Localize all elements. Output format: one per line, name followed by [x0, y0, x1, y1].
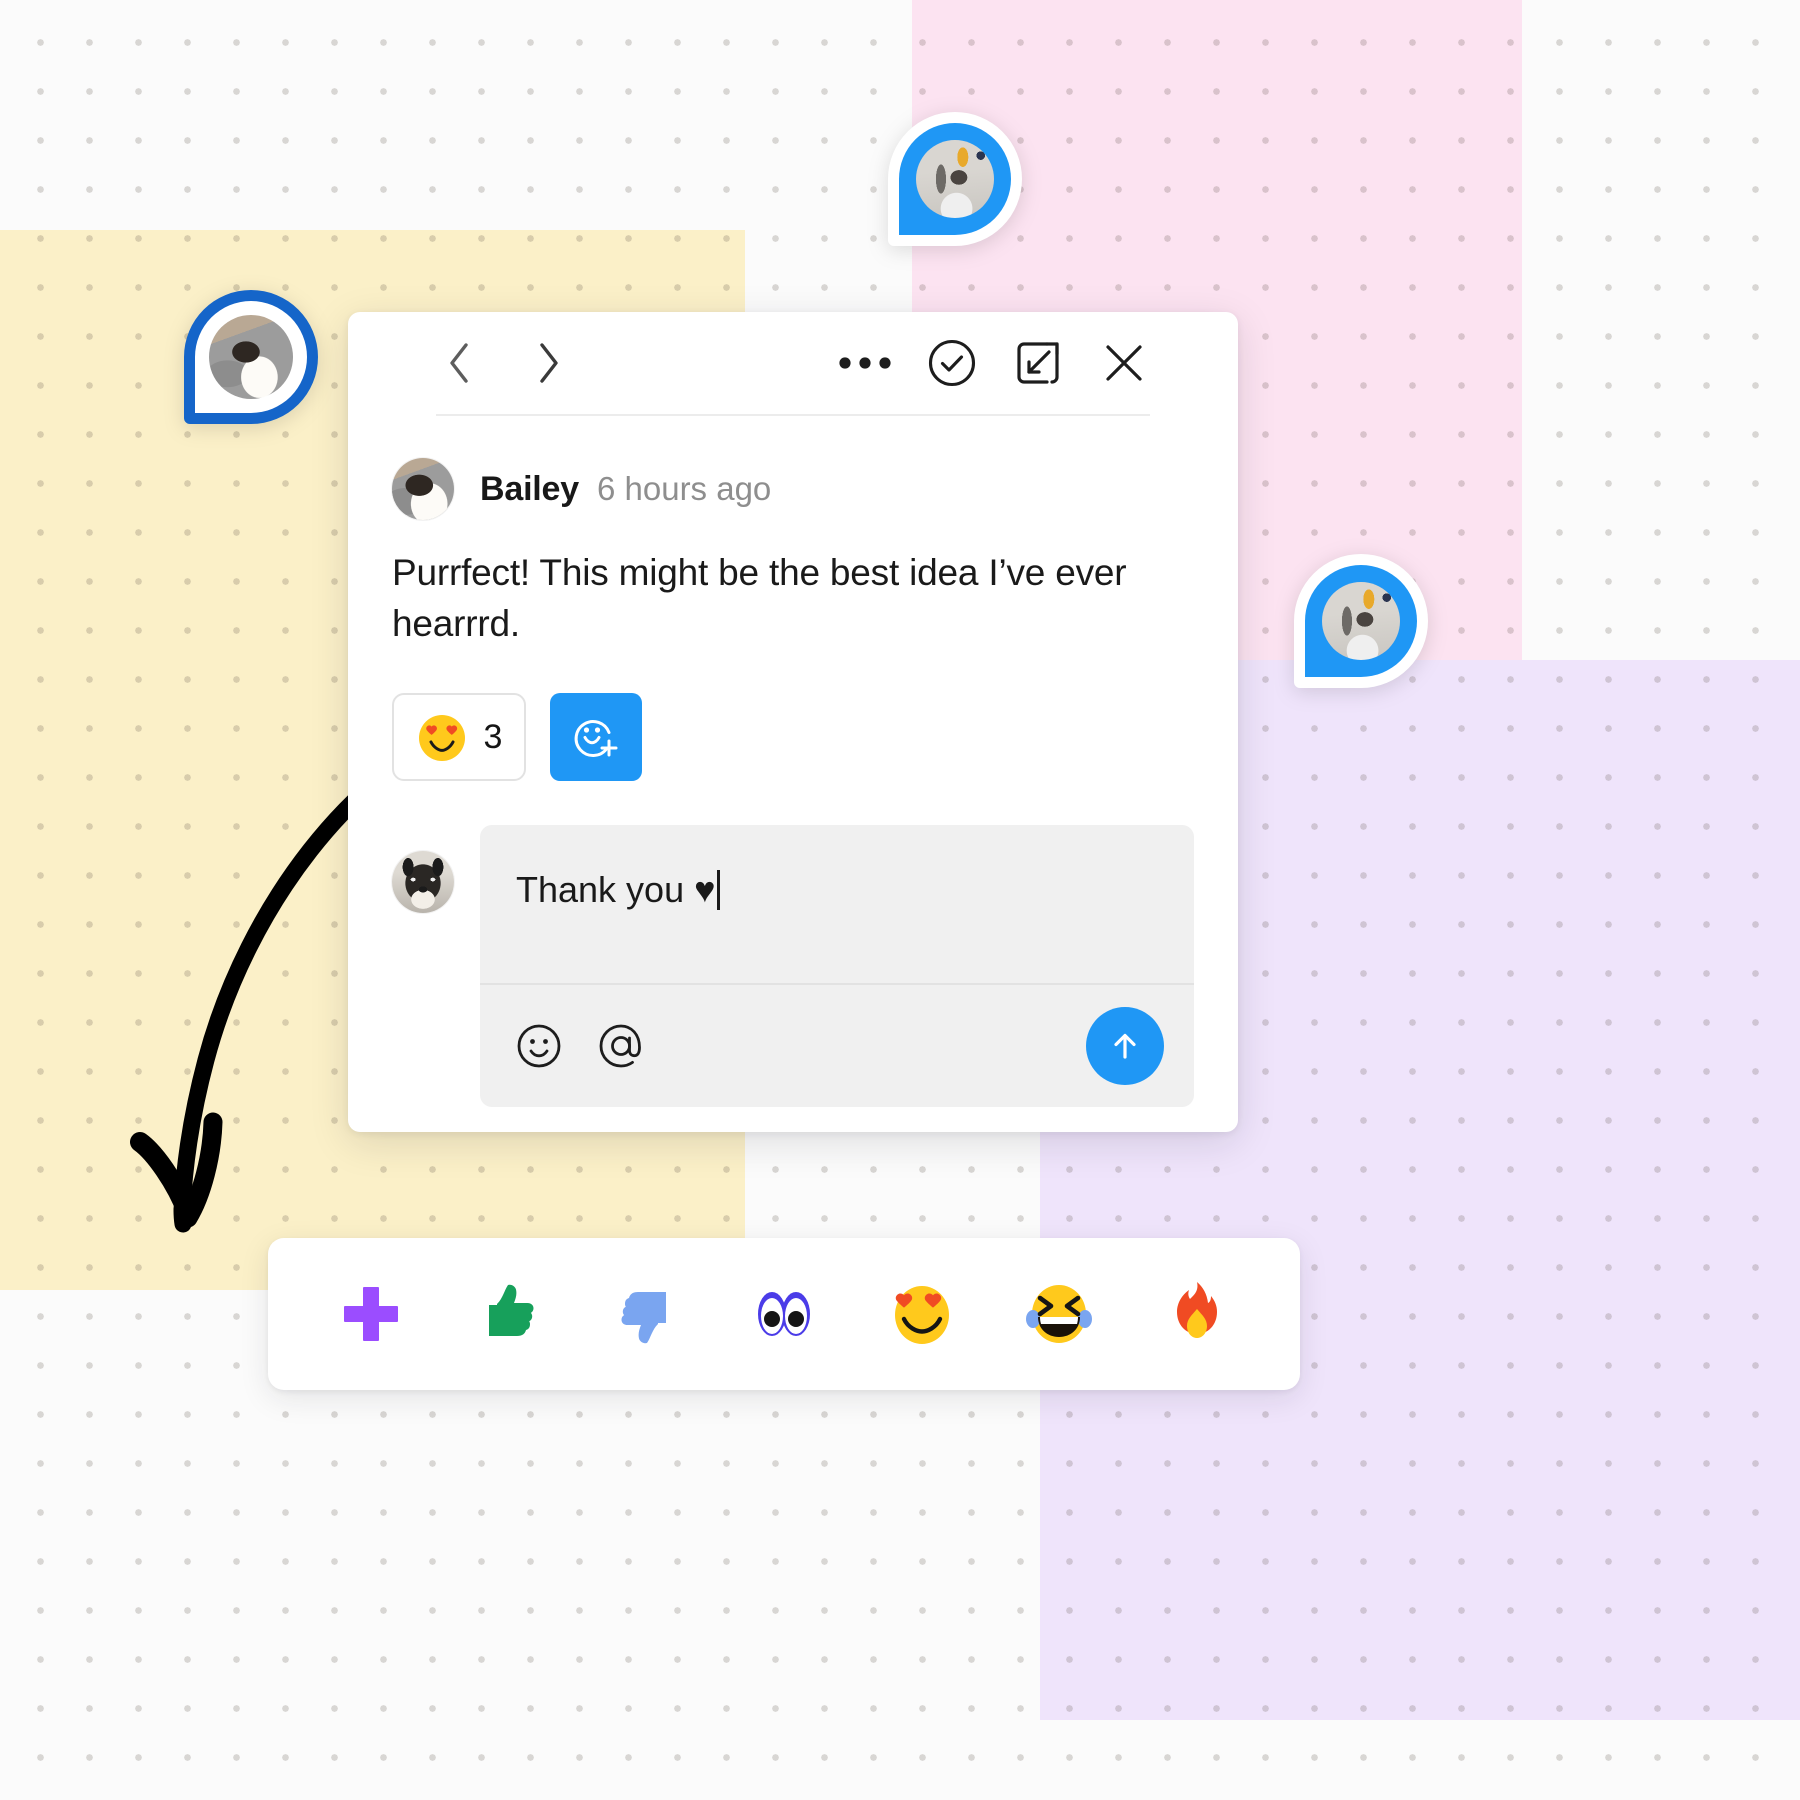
- reaction-row: 3: [392, 693, 1194, 782]
- cat-avatar: [392, 458, 454, 520]
- heart-eyes-reaction[interactable]: 3: [392, 693, 526, 782]
- pin-shape: [888, 112, 1022, 246]
- avatar[interactable]: [392, 851, 454, 914]
- at-mention-icon[interactable]: [596, 1021, 646, 1071]
- check-circle-icon[interactable]: [926, 337, 978, 389]
- heart-eyes-icon: [418, 715, 465, 762]
- emoji-fire[interactable]: [1151, 1268, 1243, 1360]
- arrow-up-icon: [1114, 1034, 1136, 1059]
- pin-shape: [1294, 554, 1428, 688]
- more-horizontal-icon[interactable]: [838, 337, 892, 389]
- add-reaction-button[interactable]: [550, 693, 642, 782]
- dog-avatar: [392, 851, 454, 914]
- avatar-pin-right[interactable]: [1294, 554, 1428, 688]
- open-in-new-icon[interactable]: [1012, 337, 1064, 389]
- text-caret: [717, 870, 721, 911]
- comment-timestamp: 6 hours ago: [596, 470, 772, 507]
- reply-input[interactable]: Thank you ♥: [480, 825, 1194, 983]
- reaction-count: 3: [483, 717, 503, 756]
- emoji-heart-eyes[interactable]: [876, 1268, 968, 1360]
- reply-composer-row: Thank you ♥: [392, 825, 1194, 1108]
- card-body: Bailey 6 hours ago Purrfect! This might …: [348, 458, 1238, 1108]
- smiley-icon[interactable]: [514, 1021, 564, 1071]
- avatar[interactable]: [392, 458, 454, 520]
- chevron-left-icon[interactable]: [436, 337, 482, 389]
- emoji-eyes[interactable]: [738, 1268, 830, 1360]
- emoji-thumbs-up[interactable]: [463, 1268, 555, 1360]
- emoji-plus[interactable]: [325, 1268, 417, 1360]
- avatar-pin-left[interactable]: [184, 290, 318, 424]
- card-toolbar-actions: [838, 337, 1150, 389]
- cat-sitting-photo: [209, 315, 293, 399]
- avatar-pin-top[interactable]: [888, 112, 1022, 246]
- reply-input-value: Thank you ♥: [516, 869, 716, 911]
- chevron-right-icon[interactable]: [526, 337, 572, 389]
- composer-toolbar: [480, 983, 1194, 1107]
- comment-body: Purrfect! This might be the best idea I’…: [392, 552, 1127, 644]
- comment-header: Bailey 6 hours ago: [392, 458, 1194, 520]
- smiley-plus-icon: [574, 720, 618, 758]
- card-toolbar: [436, 312, 1150, 416]
- emoji-picker-bar: [268, 1238, 1300, 1390]
- close-icon[interactable]: [1098, 337, 1150, 389]
- comment-card: Bailey 6 hours ago Purrfect! This might …: [348, 312, 1238, 1132]
- reply-composer: Thank you ♥: [480, 825, 1194, 1108]
- canvas: Bailey 6 hours ago Purrfect! This might …: [0, 0, 1800, 1800]
- send-reply-button[interactable]: [1086, 1007, 1164, 1086]
- cat-playing-photo: [1322, 582, 1400, 660]
- comment-author: Bailey: [480, 469, 579, 508]
- emoji-joy[interactable]: [1013, 1268, 1105, 1360]
- emoji-thumbs-down[interactable]: [600, 1268, 692, 1360]
- pin-shape: [184, 290, 318, 424]
- cat-playing-photo: [916, 140, 994, 218]
